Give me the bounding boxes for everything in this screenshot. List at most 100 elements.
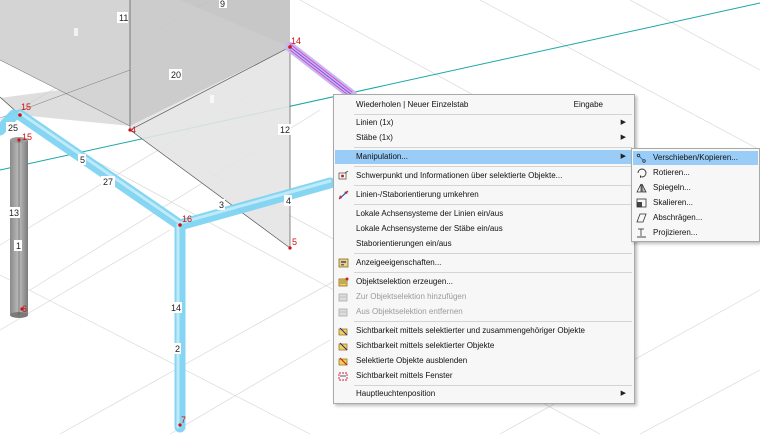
menu-item-label: Sichtbarkeit mittels selektierter und zu… xyxy=(356,326,585,335)
menu-item-reverse-orientation[interactable]: Linien-/Staborientierung umkehren xyxy=(335,188,633,202)
display-properties-icon xyxy=(338,258,349,268)
menu-item-label: Schwerpunkt und Informationen über selek… xyxy=(356,171,563,180)
menu-item-repeat-new-member[interactable]: Wiederholen | Neuer Einzelstab Eingabe xyxy=(335,98,633,112)
menu-item-local-axes-members[interactable]: Lokale Achsensysteme der Stäbe ein/aus xyxy=(335,222,633,236)
menu-separator xyxy=(354,204,632,205)
svg-text:9: 9 xyxy=(220,0,225,9)
column-left xyxy=(10,137,28,318)
svg-text:7: 7 xyxy=(181,415,186,425)
submenu-arrow-icon: ▶ xyxy=(620,134,626,141)
visibility-window-icon xyxy=(338,372,348,381)
menu-item-visibility-selected[interactable]: Sichtbarkeit mittels selektierter Objekt… xyxy=(335,339,633,353)
menu-item-label: Sichtbarkeit mittels Fenster xyxy=(356,371,453,380)
menu-item-label: Hauptleuchtenposition xyxy=(356,389,436,398)
submenu-item-label: Verschieben/Kopieren... xyxy=(653,153,738,162)
submenu-item-project[interactable]: Projizieren... xyxy=(633,226,758,240)
menu-item-label: Anzeigeeigenschaften... xyxy=(356,258,442,267)
menu-separator xyxy=(354,385,632,386)
svg-text:25: 25 xyxy=(8,123,18,133)
menu-item-visibility-selected-related[interactable]: Sichtbarkeit mittels selektierter und zu… xyxy=(335,324,633,338)
svg-text:15: 15 xyxy=(22,132,32,142)
menu-item-label: Sichtbarkeit mittels selektierter Objekt… xyxy=(356,341,495,350)
svg-text:4: 4 xyxy=(131,125,136,135)
menu-item-label: Stäbe (1x) xyxy=(356,133,393,142)
menu-item-label: Staborientierungen ein/aus xyxy=(356,239,452,248)
svg-text:1: 1 xyxy=(16,241,21,251)
reverse-orientation-icon xyxy=(338,190,349,200)
submenu-item-label: Rotieren... xyxy=(653,168,690,177)
create-selection-icon xyxy=(338,277,349,287)
submenu-arrow-icon: ▶ xyxy=(620,119,626,126)
svg-text:13: 13 xyxy=(9,208,19,218)
move-copy-icon xyxy=(636,153,646,163)
menu-item-shortcut: Eingabe xyxy=(573,100,603,109)
shear-icon xyxy=(636,213,647,223)
svg-text:4: 4 xyxy=(286,196,291,206)
menu-separator xyxy=(354,321,632,322)
mirror-icon xyxy=(636,183,647,193)
menu-item-label: Wiederholen | Neuer Einzelstab xyxy=(356,100,469,109)
menu-separator xyxy=(354,147,632,148)
submenu-arrow-icon: ▶ xyxy=(620,390,626,397)
menu-item-add-to-selection[interactable]: Zur Objektselektion hinzufügen xyxy=(335,290,633,304)
project-icon xyxy=(637,228,646,238)
menu-item-label: Objektselektion erzeugen... xyxy=(356,277,453,286)
menu-item-label: Lokale Achsensysteme der Stäbe ein/aus xyxy=(356,224,503,233)
menu-item-remove-from-selection[interactable]: Aus Objektselektion entfernen xyxy=(335,305,633,319)
submenu-item-shear[interactable]: Abschrägen... xyxy=(633,211,758,225)
svg-text:2: 2 xyxy=(175,344,180,354)
svg-text:5: 5 xyxy=(292,237,297,247)
submenu-item-mirror[interactable]: Spiegeln... xyxy=(633,181,758,195)
remove-from-selection-icon xyxy=(338,308,348,317)
menu-separator xyxy=(354,253,632,254)
menu-item-label: Linien (1x) xyxy=(356,118,394,127)
submenu-arrow-icon: ▶ xyxy=(620,153,626,160)
menu-item-label: Lokale Achsensysteme der Linien ein/aus xyxy=(356,209,504,218)
svg-text:16: 16 xyxy=(182,214,192,224)
menu-separator xyxy=(354,166,632,167)
menu-item-visibility-window[interactable]: Sichtbarkeit mittels Fenster xyxy=(335,369,633,383)
svg-text:15: 15 xyxy=(21,102,31,112)
menu-item-hide-selected[interactable]: Selektierte Objekte ausblenden xyxy=(335,354,633,368)
menu-item-member-orientations[interactable]: Staborientierungen ein/aus xyxy=(335,237,633,251)
menu-separator xyxy=(354,114,632,115)
menu-item-label: Zur Objektselektion hinzufügen xyxy=(356,292,467,301)
center-of-gravity-icon xyxy=(338,171,349,180)
visibility-selected-related-icon xyxy=(338,327,348,336)
menu-item-main-light-position[interactable]: Hauptleuchtenposition ▶ xyxy=(335,387,633,401)
svg-text:20: 20 xyxy=(171,70,181,80)
submenu-item-label: Projizieren... xyxy=(653,228,698,237)
svg-text:12: 12 xyxy=(280,125,290,135)
menu-item-local-axes-lines[interactable]: Lokale Achsensysteme der Linien ein/aus xyxy=(335,207,633,221)
menu-item-label: Linien-/Staborientierung umkehren xyxy=(356,190,479,199)
manipulation-submenu: Verschieben/Kopieren... Rotieren... Spie… xyxy=(631,148,760,242)
menu-item-label: Manipulation... xyxy=(356,152,409,161)
menu-item-label: Aus Objektselektion entfernen xyxy=(356,307,463,316)
menu-separator xyxy=(354,272,632,273)
menu-item-center-of-gravity[interactable]: Schwerpunkt und Informationen über selek… xyxy=(335,169,633,183)
menu-item-members[interactable]: Stäbe (1x) ▶ xyxy=(335,131,633,145)
context-menu: Wiederholen | Neuer Einzelstab Eingabe L… xyxy=(333,94,635,404)
add-to-selection-icon xyxy=(338,293,348,302)
submenu-item-label: Skalieren... xyxy=(653,198,694,207)
submenu-item-label: Spiegeln... xyxy=(653,183,691,192)
submenu-item-scale[interactable]: Skalieren... xyxy=(633,196,758,210)
svg-text:3: 3 xyxy=(219,200,224,210)
rotate-icon xyxy=(637,168,647,178)
menu-item-display-properties[interactable]: Anzeigeeigenschaften... xyxy=(335,256,633,270)
visibility-selected-icon xyxy=(338,342,348,351)
svg-text:14: 14 xyxy=(291,36,301,46)
svg-text:5: 5 xyxy=(80,155,85,165)
menu-item-create-selection[interactable]: Objektselektion erzeugen... xyxy=(335,275,633,289)
svg-text:14: 14 xyxy=(171,303,181,313)
svg-text:27: 27 xyxy=(103,177,113,187)
svg-text:6: 6 xyxy=(22,304,27,314)
submenu-item-label: Abschrägen... xyxy=(653,213,703,222)
svg-text:11: 11 xyxy=(119,13,128,23)
submenu-item-rotate[interactable]: Rotieren... xyxy=(633,166,758,180)
menu-item-manipulation[interactable]: Manipulation... ▶ xyxy=(335,150,633,164)
scale-icon xyxy=(636,198,647,208)
hide-selected-icon xyxy=(338,357,348,366)
submenu-item-move-copy[interactable]: Verschieben/Kopieren... xyxy=(633,151,758,165)
menu-item-lines[interactable]: Linien (1x) ▶ xyxy=(335,116,633,130)
